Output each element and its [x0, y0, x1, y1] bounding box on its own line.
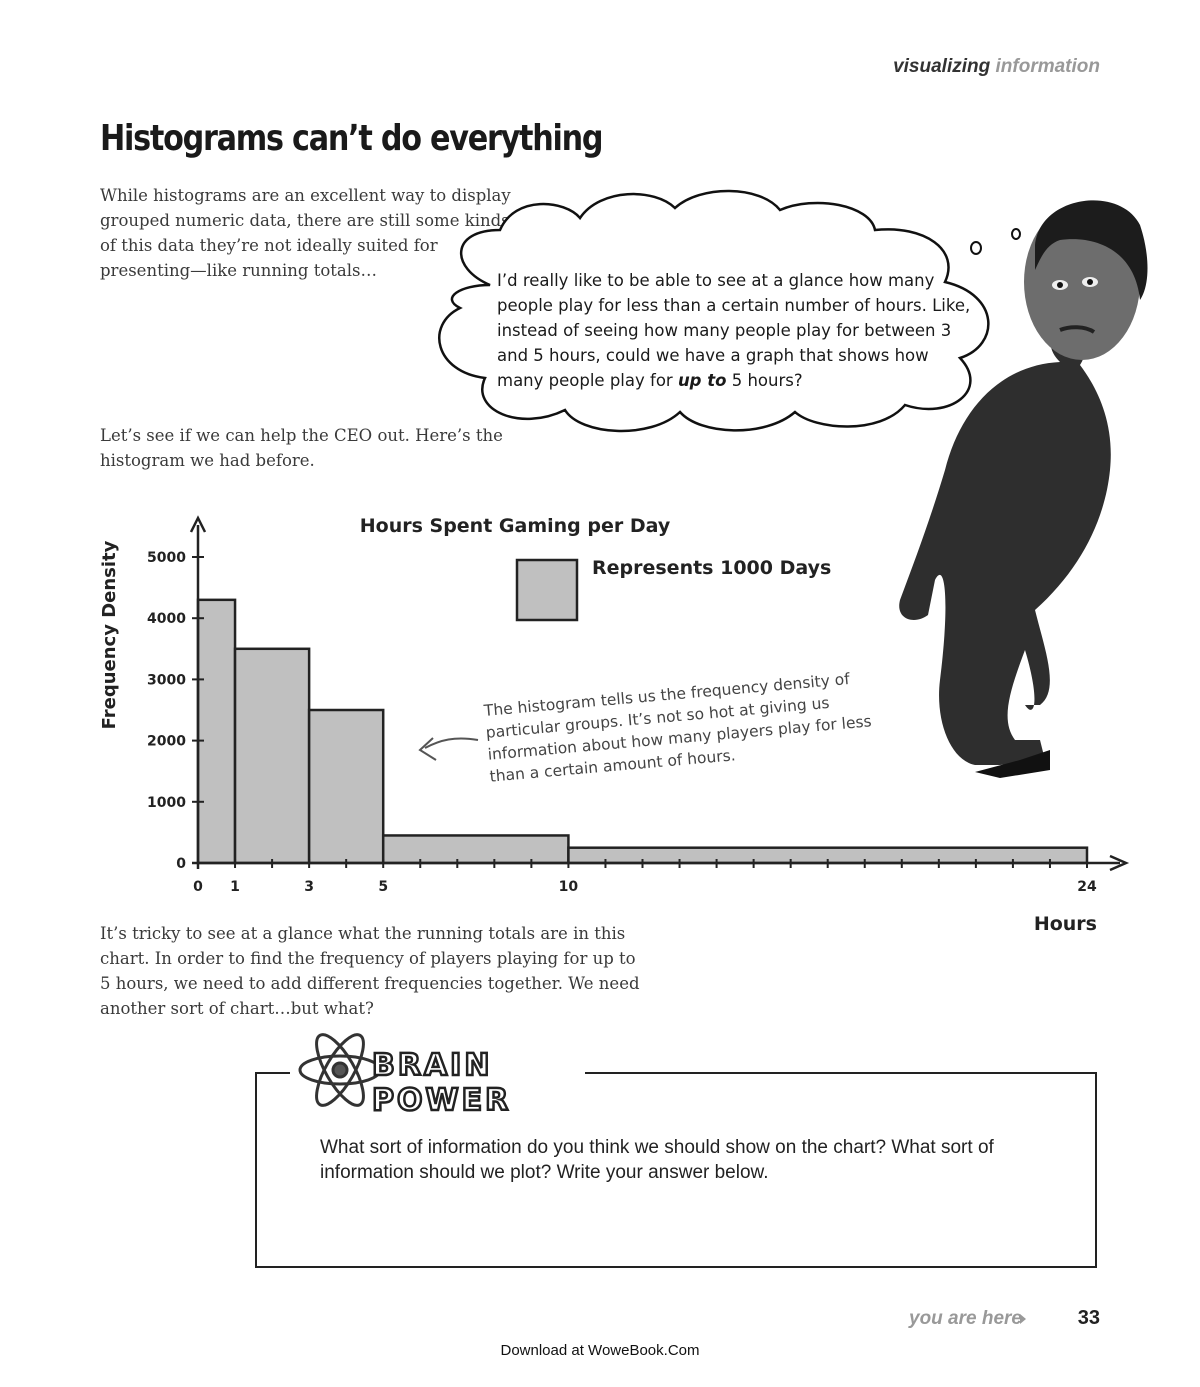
triangle-arrow-icon	[1020, 1314, 1026, 1324]
page-number: 33	[1077, 1307, 1100, 1329]
download-notice: Download at WoweBook.Com	[500, 1342, 700, 1359]
brain-power-prompt: What sort of information do you think we…	[320, 1137, 994, 1183]
you-are-here-label: you are here	[909, 1308, 1022, 1329]
brain-power-heading-line1: BRAIN	[372, 1048, 492, 1083]
brain-power-heading-line2: POWER	[372, 1083, 511, 1118]
